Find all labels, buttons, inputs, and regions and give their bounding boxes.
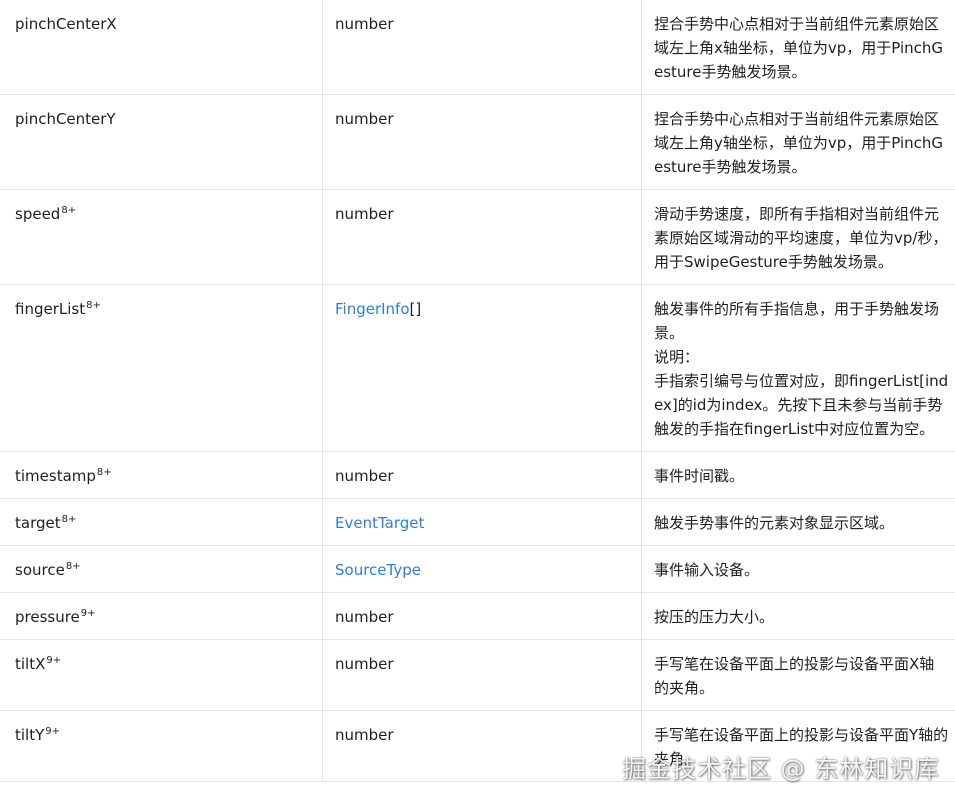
property-type: number: [335, 15, 394, 33]
property-name: pinchCenterX: [15, 15, 117, 33]
property-description-cell: 手写笔在设备平面上的投影与设备平面Y轴的夹角。: [641, 710, 955, 782]
property-name: speed: [15, 205, 61, 223]
property-name-cell: speed8+: [0, 189, 323, 285]
version-superscript: 9+: [45, 726, 61, 737]
description-text: 事件输入设备。: [654, 561, 760, 579]
property-type-cell: number: [322, 592, 642, 640]
type-link[interactable]: FingerInfo: [335, 300, 410, 318]
property-name: fingerList: [15, 300, 86, 318]
type-link[interactable]: SourceType: [335, 561, 421, 579]
property-description-cell: 触发手势事件的元素对象显示区域。: [641, 498, 955, 546]
property-type-cell: number: [322, 451, 642, 499]
description-text: 手指索引编号与位置对应，即fingerList[index]的id为index。…: [654, 372, 949, 438]
property-name-cell: pinchCenterX: [0, 0, 323, 95]
property-description-cell: 按压的压力大小。: [641, 592, 955, 640]
property-type: number: [335, 205, 394, 223]
property-description-cell: 事件输入设备。: [641, 545, 955, 593]
property-type: number: [335, 110, 394, 128]
version-superscript: 8+: [61, 514, 77, 525]
property-name: source: [15, 561, 65, 579]
description-text: 说明：: [654, 348, 700, 366]
table-row: pinchCenterX number 捏合手势中心点相对于当前组件元素原始区域左上…: [0, 0, 955, 95]
property-name: tiltX: [15, 655, 46, 673]
table-row: pressure9+ number 按压的压力大小。: [0, 592, 955, 640]
table-row: speed8+ number 滑动手势速度，即所有手指相对当前组件元素原始区域滑动的…: [0, 189, 955, 285]
table-row: target8+ EventTarget 触发手势事件的元素对象显示区域。: [0, 498, 955, 546]
property-name: target: [15, 514, 61, 532]
version-superscript: 8+: [61, 205, 77, 216]
property-type-cell: FingerInfo[]: [322, 284, 642, 452]
property-name-cell: source8+: [0, 545, 323, 593]
property-type-cell: number: [322, 639, 642, 711]
table-row: tiltY9+ number 手写笔在设备平面上的投影与设备平面Y轴的夹角。: [0, 710, 955, 782]
property-description-cell: 触发事件的所有手指信息，用于手势触发场景。说明： 手指索引编号与位置对应，即fin…: [641, 284, 955, 452]
version-superscript: 9+: [46, 655, 62, 666]
property-description-cell: 捏合手势中心点相对于当前组件元素原始区域左上角y轴坐标，单位为vp，用于Pinc…: [641, 94, 955, 190]
api-property-table: pinchCenterX number 捏合手势中心点相对于当前组件元素原始区域左上…: [0, 0, 955, 782]
property-name: pressure: [15, 608, 80, 626]
property-name: timestamp: [15, 467, 96, 485]
property-type-cell: EventTarget: [322, 498, 642, 546]
property-type: number: [335, 726, 394, 744]
property-type-cell: SourceType: [322, 545, 642, 593]
property-description-cell: 手写笔在设备平面上的投影与设备平面X轴的夹角。: [641, 639, 955, 711]
property-name: tiltY: [15, 726, 45, 744]
property-name-cell: tiltY9+: [0, 710, 323, 782]
table-body: pinchCenterX number 捏合手势中心点相对于当前组件元素原始区域左上…: [0, 0, 955, 782]
description-text: 触发事件的所有手指信息，用于手势触发场景。: [654, 300, 940, 342]
table-row: tiltX9+ number 手写笔在设备平面上的投影与设备平面X轴的夹角。: [0, 639, 955, 711]
description-text: 捏合手势中心点相对于当前组件元素原始区域左上角x轴坐标，单位为vp，用于Pinc…: [654, 15, 944, 81]
version-superscript: 8+: [86, 300, 101, 311]
property-name-cell: pressure9+: [0, 592, 323, 640]
description-text: 事件时间戳。: [654, 467, 745, 485]
table-row: pinchCenterY number 捏合手势中心点相对于当前组件元素原始区域左上…: [0, 94, 955, 190]
property-name-cell: tiltX9+: [0, 639, 323, 711]
property-type-cell: number: [322, 94, 642, 190]
description-text: 手写笔在设备平面上的投影与设备平面Y轴的夹角。: [654, 726, 949, 768]
property-description-cell: 事件时间戳。: [641, 451, 955, 499]
description-text: 捏合手势中心点相对于当前组件元素原始区域左上角y轴坐标，单位为vp，用于Pinc…: [654, 110, 944, 176]
table-row: fingerList8+ FingerInfo[] 触发事件的所有手指信息，用于手势…: [0, 284, 955, 452]
type-array-suffix: []: [409, 300, 422, 318]
description-text: 按压的压力大小。: [654, 608, 775, 626]
property-name-cell: pinchCenterY: [0, 94, 323, 190]
property-type-cell: number: [322, 0, 642, 95]
property-type: number: [335, 608, 394, 626]
description-text: 手写笔在设备平面上的投影与设备平面X轴的夹角。: [654, 655, 935, 697]
description-text: 滑动手势速度，即所有手指相对当前组件元素原始区域滑动的平均速度，单位为vp/秒，…: [654, 205, 948, 271]
property-name-cell: timestamp8+: [0, 451, 323, 499]
version-superscript: 9+: [80, 608, 96, 619]
version-superscript: 8+: [96, 467, 112, 478]
table-row: timestamp8+ number 事件时间戳。: [0, 451, 955, 499]
property-type-cell: number: [322, 189, 642, 285]
property-description-cell: 滑动手势速度，即所有手指相对当前组件元素原始区域滑动的平均速度，单位为vp/秒，…: [641, 189, 955, 285]
property-name-cell: fingerList8+: [0, 284, 323, 452]
version-superscript: 8+: [65, 561, 81, 572]
description-text: 触发手势事件的元素对象显示区域。: [654, 514, 895, 532]
type-link[interactable]: EventTarget: [335, 514, 424, 532]
property-type-cell: number: [322, 710, 642, 782]
property-description-cell: 捏合手势中心点相对于当前组件元素原始区域左上角x轴坐标，单位为vp，用于Pinc…: [641, 0, 955, 95]
property-name: pinchCenterY: [15, 110, 116, 128]
property-name-cell: target8+: [0, 498, 323, 546]
table-row: source8+ SourceType 事件输入设备。: [0, 545, 955, 593]
property-type: number: [335, 467, 394, 485]
property-type: number: [335, 655, 394, 673]
